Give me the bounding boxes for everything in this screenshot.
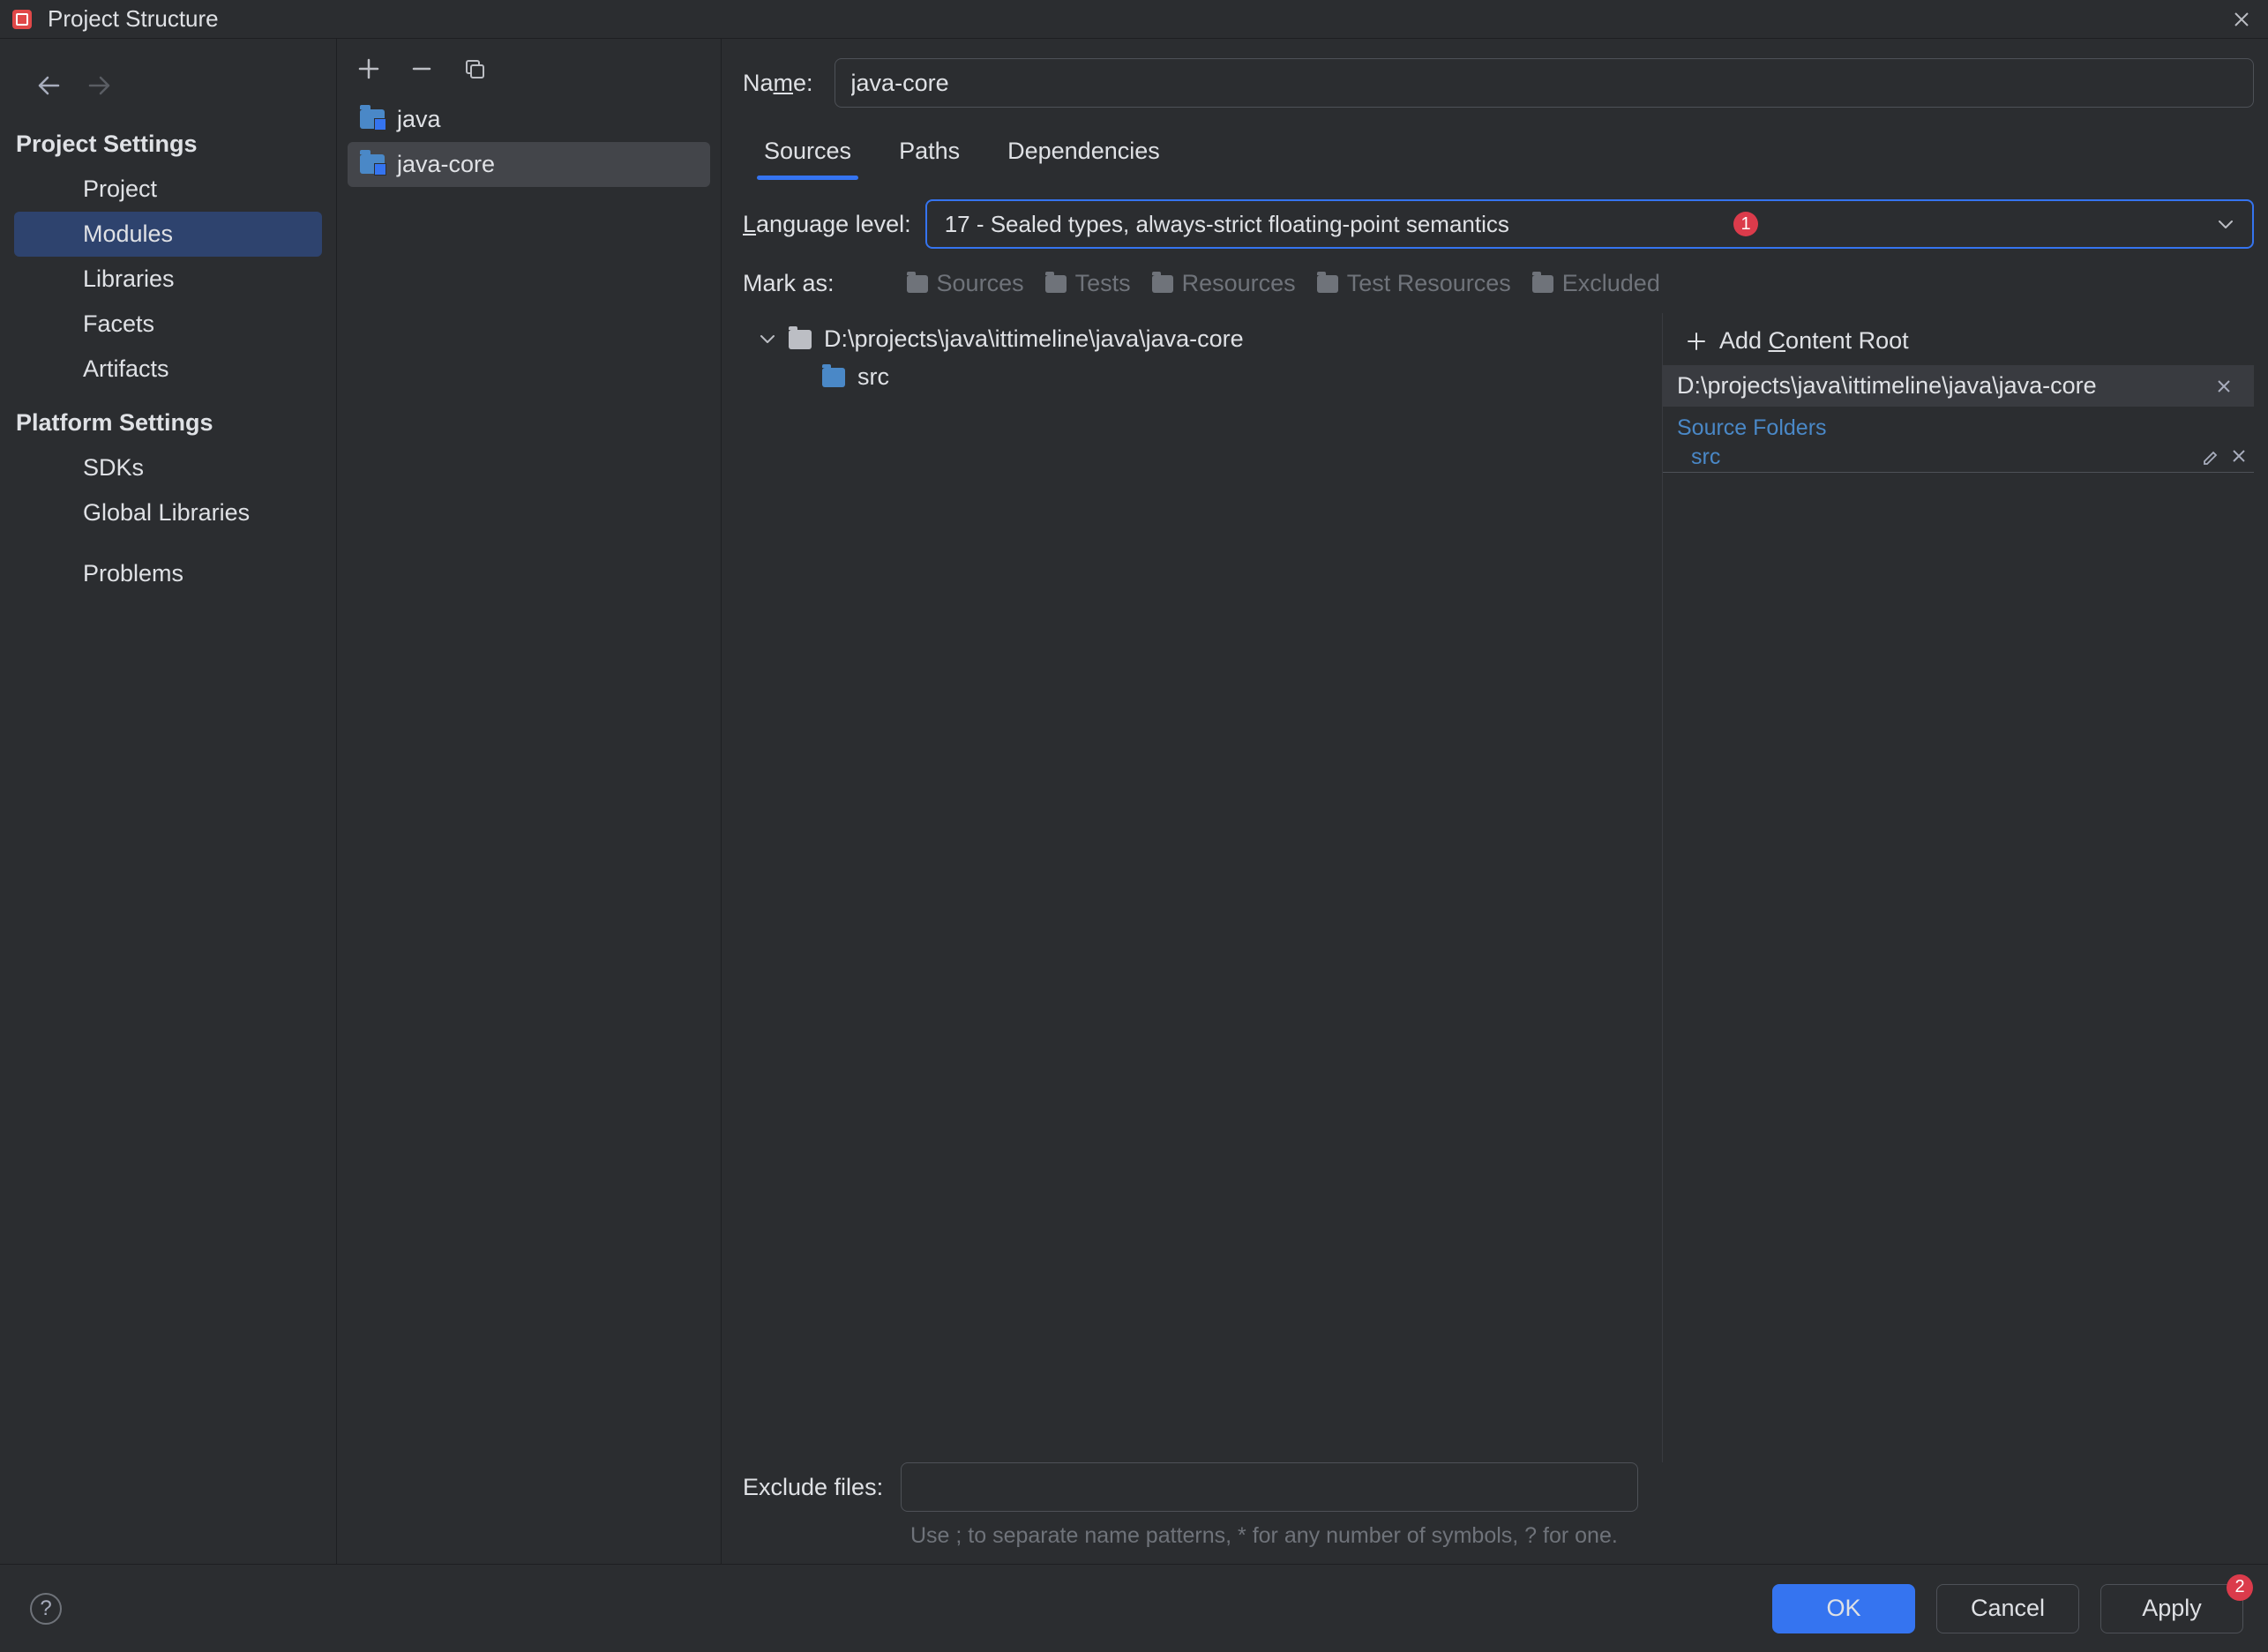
source-folder-name: src bbox=[1691, 445, 1720, 470]
tree-child-label: src bbox=[857, 363, 889, 391]
apply-button[interactable]: Apply 2 bbox=[2100, 1584, 2243, 1633]
forward-button[interactable] bbox=[86, 74, 113, 97]
nav-item-global-libraries[interactable]: Global Libraries bbox=[0, 490, 336, 535]
help-button[interactable]: ? bbox=[30, 1593, 62, 1625]
exclude-files-label: Exclude files: bbox=[743, 1474, 883, 1501]
nav-item-problems[interactable]: Problems bbox=[0, 551, 336, 596]
module-name-input[interactable] bbox=[835, 58, 2254, 108]
folder-icon bbox=[1045, 275, 1067, 293]
plus-icon bbox=[1686, 331, 1707, 352]
exclude-files-input[interactable] bbox=[901, 1462, 1638, 1512]
mark-as-label-text: Resources bbox=[1182, 270, 1296, 297]
language-level-value: 17 - Sealed types, always-strict floatin… bbox=[945, 211, 1509, 238]
add-content-root-label: Add Content Root bbox=[1719, 327, 1909, 355]
folder-icon bbox=[1317, 275, 1338, 293]
folder-icon bbox=[1152, 275, 1173, 293]
name-row: Name: bbox=[743, 58, 2254, 108]
tab-sources[interactable]: Sources bbox=[764, 132, 851, 179]
bottom-bar: ? OK Cancel Apply 2 bbox=[0, 1564, 2268, 1652]
module-label: java-core bbox=[397, 151, 495, 178]
nav-item-facets[interactable]: Facets bbox=[0, 302, 336, 347]
workarea: Project Settings Project Modules Librari… bbox=[0, 39, 2268, 1564]
copy-module-button[interactable] bbox=[462, 56, 487, 81]
bottom-buttons: OK Cancel Apply 2 bbox=[1772, 1584, 2243, 1633]
add-content-root-button[interactable]: Add Content Root bbox=[1663, 318, 2254, 365]
nav-item-modules[interactable]: Modules bbox=[14, 212, 322, 257]
language-level-dropdown[interactable]: 17 - Sealed types, always-strict floatin… bbox=[925, 199, 2254, 249]
nav-item-libraries[interactable]: Libraries bbox=[0, 257, 336, 302]
language-level-badge: 1 bbox=[1733, 212, 1758, 236]
tree-child-row[interactable]: src bbox=[743, 358, 1662, 396]
content-root-panel: Add Content Root D:\projects\java\ittime… bbox=[1663, 313, 2254, 1462]
module-folder-icon bbox=[360, 154, 385, 176]
nav-section-platform-settings: Platform Settings bbox=[0, 400, 336, 445]
ok-label: OK bbox=[1826, 1595, 1860, 1622]
window-title: Project Structure bbox=[48, 5, 219, 33]
modules-toolbar bbox=[337, 39, 721, 97]
remove-icon[interactable] bbox=[2231, 448, 2247, 467]
cancel-button[interactable]: Cancel bbox=[1936, 1584, 2079, 1633]
exclude-hint: Use ; to separate name patterns, * for a… bbox=[910, 1521, 1651, 1551]
content-root-path[interactable]: D:\projects\java\ittimeline\java\java-co… bbox=[1663, 365, 2254, 407]
sources-split: D:\projects\java\ittimeline\java\java-co… bbox=[743, 313, 2254, 1462]
mark-as-tests[interactable]: Tests bbox=[1045, 270, 1131, 297]
mark-as-label: Mark as: bbox=[743, 270, 835, 297]
nav-item-project[interactable]: Project bbox=[0, 167, 336, 212]
mark-as-sources[interactable]: Sources bbox=[907, 270, 1024, 297]
chevron-down-icon bbox=[2217, 218, 2234, 230]
folder-tree: D:\projects\java\ittimeline\java\java-co… bbox=[743, 313, 1663, 1462]
module-item-java[interactable]: java bbox=[337, 97, 721, 142]
mark-as-row: Mark as: Sources Tests Resources Test Re… bbox=[743, 270, 2254, 297]
title-bar: Project Structure bbox=[0, 0, 2268, 39]
mark-as-test-resources[interactable]: Test Resources bbox=[1317, 270, 1511, 297]
tab-paths[interactable]: Paths bbox=[899, 132, 960, 179]
mark-as-label-text: Excluded bbox=[1562, 270, 1660, 297]
nav-item-artifacts[interactable]: Artifacts bbox=[0, 347, 336, 392]
folder-icon bbox=[1532, 275, 1553, 293]
app-icon bbox=[12, 10, 32, 29]
remove-module-button[interactable] bbox=[409, 56, 434, 81]
tree-root-label: D:\projects\java\ittimeline\java\java-co… bbox=[824, 325, 1244, 353]
nav-item-sdks[interactable]: SDKs bbox=[0, 445, 336, 490]
ok-button[interactable]: OK bbox=[1772, 1584, 1915, 1633]
module-label: java bbox=[397, 106, 441, 133]
module-folder-icon bbox=[360, 109, 385, 131]
folder-icon bbox=[907, 275, 928, 293]
mark-as-excluded[interactable]: Excluded bbox=[1532, 270, 1660, 297]
edit-icon[interactable] bbox=[2201, 448, 2220, 467]
module-item-java-core[interactable]: java-core bbox=[348, 142, 710, 187]
detail-panel: Name: Sources Paths Dependencies Languag… bbox=[722, 39, 2268, 1564]
source-folder-entry[interactable]: src bbox=[1663, 445, 2254, 473]
folder-icon bbox=[822, 368, 845, 387]
left-nav: Project Settings Project Modules Librari… bbox=[0, 39, 337, 1564]
source-folder-actions bbox=[2201, 448, 2247, 467]
language-level-label: Language level: bbox=[743, 211, 911, 238]
back-button[interactable] bbox=[35, 74, 62, 97]
language-level-row: Language level: 17 - Sealed types, alway… bbox=[743, 199, 2254, 249]
apply-badge: 2 bbox=[2227, 1574, 2253, 1601]
exclude-section: Exclude files: Use ; to separate name pa… bbox=[743, 1462, 2254, 1564]
modules-panel: java java-core bbox=[337, 39, 722, 1564]
name-label: Name: bbox=[743, 70, 813, 97]
mark-as-label-text: Sources bbox=[937, 270, 1024, 297]
module-tabs: Sources Paths Dependencies bbox=[764, 132, 2254, 180]
mark-as-label-text: Tests bbox=[1075, 270, 1131, 297]
source-folders-label: Source Folders bbox=[1663, 407, 2254, 445]
folder-icon bbox=[789, 330, 812, 349]
mark-as-label-text: Test Resources bbox=[1347, 270, 1511, 297]
apply-label: Apply bbox=[2142, 1595, 2202, 1622]
cancel-label: Cancel bbox=[1971, 1595, 2045, 1622]
chevron-down-icon[interactable] bbox=[759, 333, 776, 346]
tab-dependencies[interactable]: Dependencies bbox=[1007, 132, 1160, 179]
add-module-button[interactable] bbox=[356, 56, 381, 81]
remove-content-root-button[interactable] bbox=[2208, 379, 2240, 393]
nav-section-project-settings: Project Settings bbox=[0, 122, 336, 167]
close-button[interactable] bbox=[2227, 5, 2256, 34]
tree-root-row[interactable]: D:\projects\java\ittimeline\java\java-co… bbox=[743, 320, 1662, 358]
mark-as-resources[interactable]: Resources bbox=[1152, 270, 1296, 297]
history-nav bbox=[0, 39, 336, 122]
content-root-path-text: D:\projects\java\ittimeline\java\java-co… bbox=[1677, 372, 2097, 400]
